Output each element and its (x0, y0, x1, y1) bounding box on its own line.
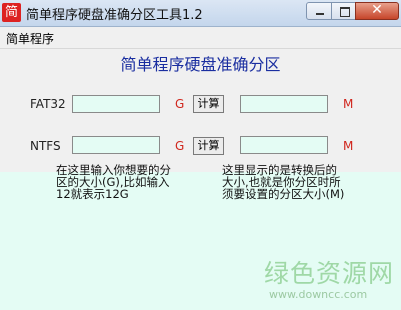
window-title: 简单程序硬盘准确分区工具1.2 (26, 8, 203, 23)
fat32-input-unit: G (175, 97, 185, 111)
maximize-icon (340, 7, 350, 17)
close-button[interactable]: ✕ (355, 2, 399, 20)
fat32-calculate-button[interactable]: 计算 (193, 95, 224, 113)
input-hint-text: 在这里输入你想要的分 区的大小(G),比如输入 12就表示12G (56, 164, 171, 200)
output-hint-line: 须要设置的分区大小(M) (222, 187, 345, 201)
ntfs-output-unit: M (343, 139, 354, 153)
title-bar[interactable]: 简 简单程序硬盘准确分区工具1.2 ✕ (0, 0, 401, 27)
ntfs-calculate-button[interactable]: 计算 (193, 137, 224, 155)
app-icon: 简 (2, 3, 21, 22)
watermark-url: www.downcc.com (269, 288, 368, 301)
page-heading: 简单程序硬盘准确分区 (120, 55, 281, 74)
maximize-button[interactable] (331, 2, 356, 20)
input-hint-line: 12就表示12G (56, 187, 129, 201)
ntfs-label: NTFS (30, 139, 61, 153)
ntfs-result-field[interactable] (240, 136, 328, 154)
output-hint-text: 这里显示的是转换后的 大小,也就是你分区时所 须要设置的分区大小(M) (222, 164, 344, 200)
minimize-icon (316, 13, 324, 15)
ntfs-input-unit: G (175, 139, 185, 153)
minimize-button[interactable] (306, 2, 332, 20)
fat32-size-input[interactable] (72, 95, 160, 113)
menu-bar: 简单程序 (0, 27, 401, 49)
menu-item-simple-program[interactable]: 简单程序 (6, 30, 54, 47)
close-icon: ✕ (371, 2, 383, 18)
fat32-label: FAT32 (30, 97, 66, 111)
fat32-output-unit: M (343, 97, 354, 111)
watermark-logo: 绿色资源网 (264, 259, 395, 288)
ntfs-size-input[interactable] (72, 136, 160, 154)
fat32-result-field[interactable] (240, 95, 328, 113)
